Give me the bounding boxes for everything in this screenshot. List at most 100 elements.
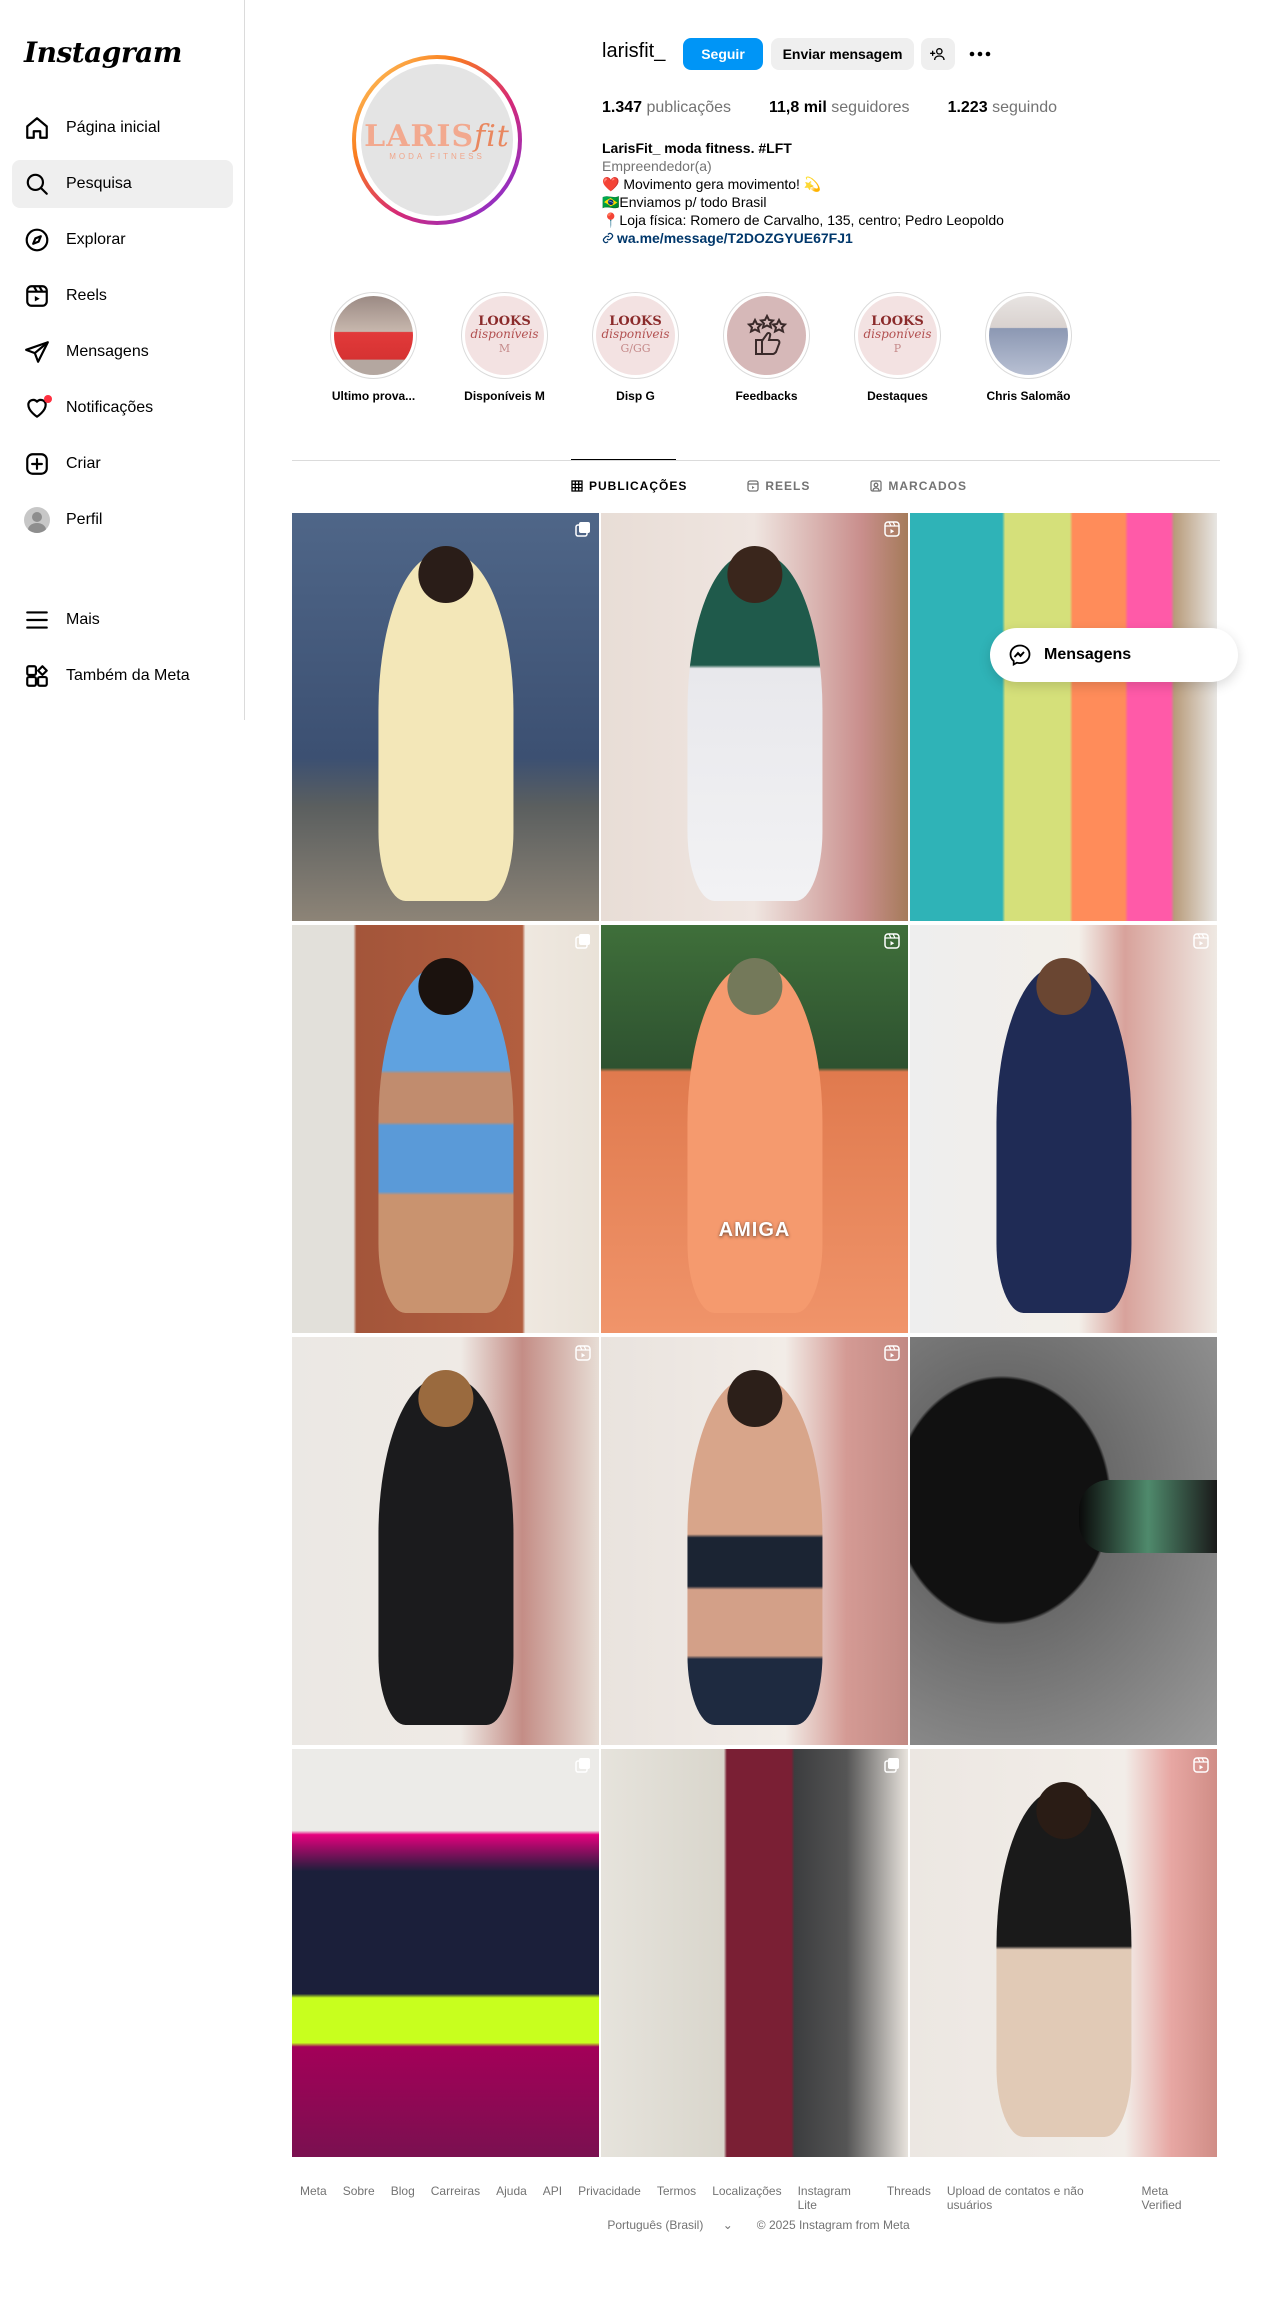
nav-create[interactable]: Criar (12, 440, 233, 488)
footer-link[interactable]: Threads (887, 2184, 931, 2212)
nav-search[interactable]: Pesquisa (12, 160, 233, 208)
highlight-item[interactable]: LOOKS disponíveis P Destaques (854, 292, 941, 403)
menu-icon (26, 611, 48, 629)
send-message-button[interactable]: Enviar mensagem (771, 38, 914, 70)
post-tile[interactable] (601, 1749, 908, 2157)
nav-notifications[interactable]: Notificações (12, 384, 233, 432)
post-tile[interactable] (292, 513, 599, 921)
bio-link-text: wa.me/message/T2DOZGYUE67FJ1 (617, 230, 853, 246)
notification-dot (44, 395, 52, 403)
home-icon (26, 117, 48, 139)
logo-sub-text: MODA FITNESS (389, 152, 485, 161)
tab-posts[interactable]: PUBLICAÇÕES (571, 479, 687, 493)
footer-link[interactable]: Sobre (343, 2184, 375, 2212)
nav-explore[interactable]: Explorar (12, 216, 233, 264)
post-image-detail (1035, 957, 1092, 1015)
avatar (24, 507, 50, 533)
stat-followers-value: 11,8 mil (769, 99, 827, 116)
logo-fit-text: fit (474, 119, 510, 154)
footer-link[interactable]: Ajuda (496, 2184, 527, 2212)
nav-more-label: Mais (66, 611, 100, 628)
nav-reels[interactable]: Reels (12, 272, 233, 320)
messenger-icon (1009, 644, 1031, 667)
meta-apps-icon (26, 665, 48, 687)
messages-floating-button[interactable]: Mensagens (990, 628, 1238, 682)
reels-icon (1193, 1757, 1209, 1773)
footer-link[interactable]: Upload de contatos e não usuários (947, 2184, 1126, 2212)
options-button[interactable] (965, 38, 995, 70)
post-tile[interactable] (601, 1337, 908, 1745)
post-tile[interactable] (292, 1749, 599, 2157)
reels-icon (884, 933, 900, 949)
footer-link[interactable]: Blog (391, 2184, 415, 2212)
post-tile[interactable] (910, 513, 1217, 921)
nav-more[interactable]: Mais (12, 596, 233, 644)
footer-link[interactable]: Localizações (712, 2184, 781, 2212)
footer-link[interactable]: Privacidade (578, 2184, 641, 2212)
bio-link[interactable]: wa.me/message/T2DOZGYUE67FJ1 (602, 229, 1022, 247)
more-icon (969, 51, 991, 57)
post-image (686, 553, 823, 901)
post-tile[interactable] (910, 1337, 1217, 1745)
footer-link[interactable]: Carreiras (431, 2184, 480, 2212)
post-image-detail (726, 545, 783, 603)
highlight-item[interactable]: Feedbacks (723, 292, 810, 403)
reels-icon (26, 285, 48, 307)
tab-reels-label: REELS (765, 479, 811, 493)
post-tile[interactable] (292, 1337, 599, 1745)
footer-link[interactable]: API (543, 2184, 562, 2212)
profile-picture-inner: LARISfit MODA FITNESS (356, 59, 518, 221)
nav-create-label: Criar (66, 455, 101, 472)
highlight-cover: LOOKS disponíveis P (858, 296, 937, 375)
nav-messages-label: Mensagens (66, 343, 149, 360)
bio-line: 🇧🇷Enviamos p/ todo Brasil (602, 194, 767, 210)
footer-link[interactable]: Meta Verified (1142, 2184, 1209, 2212)
stat-posts-label: publicações (646, 99, 732, 116)
highlight-item[interactable]: Ultimo prova... (330, 292, 417, 403)
nav-notifications-label: Notificações (66, 399, 154, 416)
reels-icon (884, 1345, 900, 1361)
nav-profile[interactable]: Perfil (12, 496, 233, 544)
tab-reels[interactable]: REELS (747, 479, 810, 493)
stat-following-label: seguindo (992, 99, 1058, 116)
profile-bio: LarisFit_ moda fitness. #LFT Empreendedo… (602, 139, 1022, 247)
nav-home[interactable]: Página inicial (12, 104, 233, 152)
footer-link[interactable]: Termos (657, 2184, 696, 2212)
reels-icon (575, 1345, 591, 1361)
post-caption-overlay: AMIGA (718, 1218, 791, 1241)
language-selector[interactable]: Português (Brasil) ⌄ (599, 2218, 740, 2232)
suggested-accounts-button[interactable] (921, 38, 955, 70)
highlight-ring: LOOKS disponíveis M (461, 292, 548, 379)
highlight-label: Chris Salomão (986, 389, 1071, 403)
post-tile[interactable] (910, 1749, 1217, 2157)
highlight-item[interactable]: LOOKS disponíveis M Disponíveis M (461, 292, 548, 403)
post-image (377, 553, 514, 901)
post-tile[interactable]: AMIGA (601, 925, 908, 1333)
tab-tagged[interactable]: MARCADOS (870, 479, 967, 493)
carousel-icon (575, 522, 590, 537)
stat-followers[interactable]: 11,8 mil seguidores (769, 99, 910, 117)
highlight-item[interactable]: Chris Salomão (985, 292, 1072, 403)
messages-pill-label: Mensagens (1044, 646, 1132, 663)
post-tile[interactable] (910, 925, 1217, 1333)
footer-link[interactable]: Meta (300, 2184, 327, 2212)
stat-following[interactable]: 1.223 seguindo (948, 99, 1057, 117)
bio-name: LarisFit_ moda fitness. #LFT (602, 140, 792, 156)
highlight-item[interactable]: LOOKS disponíveis G/GG Disp G (592, 292, 679, 403)
send-icon (25, 341, 49, 363)
highlight-cover: LOOKS disponíveis G/GG (596, 296, 675, 375)
profile-logo: LARISfit MODA FITNESS (361, 64, 513, 216)
nav-messages[interactable]: Mensagens (12, 328, 233, 376)
highlight-label: Ultimo prova... (331, 389, 416, 403)
sidebar: Instagram Página inicial Pesquisa Explor… (0, 0, 245, 720)
footer-link[interactable]: Instagram Lite (798, 2184, 871, 2212)
nav-also-from-meta[interactable]: Também da Meta (12, 652, 233, 700)
post-tile[interactable] (601, 513, 908, 921)
language-label: Português (Brasil) (607, 2218, 704, 2232)
highlight-cover (334, 296, 413, 375)
post-tile[interactable] (292, 925, 599, 1333)
follow-button[interactable]: Seguir (683, 38, 763, 70)
instagram-logo[interactable]: Instagram (24, 36, 182, 69)
profile-picture[interactable]: LARISfit MODA FITNESS (352, 55, 522, 225)
nav-also-from-meta-label: Também da Meta (66, 667, 190, 684)
